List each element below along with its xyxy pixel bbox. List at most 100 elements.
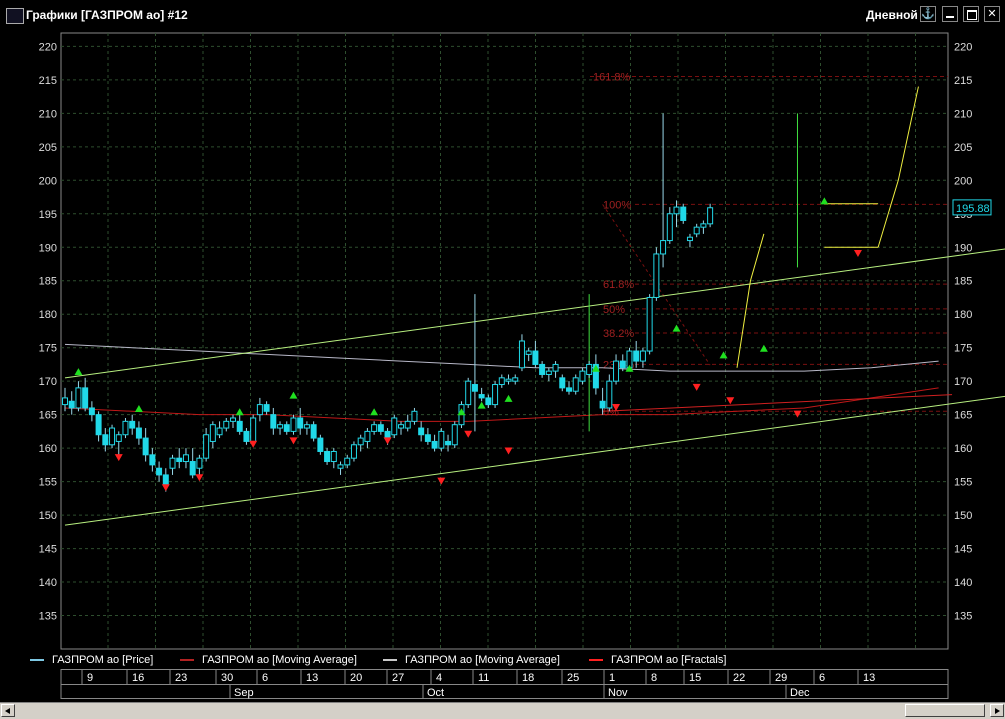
candle-body bbox=[693, 226, 700, 235]
y-tick-label-left: 140 bbox=[39, 577, 57, 589]
minimize-button[interactable] bbox=[942, 6, 958, 22]
title-bar: Графики [ГАЗПРОМ ао] #12 Дневной ⚓ ✕ bbox=[0, 0, 1005, 30]
y-tick-label-right: 185 bbox=[954, 276, 972, 288]
y-tick-label-left: 150 bbox=[39, 510, 57, 522]
candle-body bbox=[639, 350, 646, 362]
candle-body bbox=[525, 350, 532, 355]
fib-level-label: 50% bbox=[603, 304, 625, 316]
horizontal-scrollbar[interactable] bbox=[0, 702, 1005, 719]
candle-body bbox=[398, 424, 404, 429]
period-label[interactable]: Дневной bbox=[866, 8, 918, 22]
legend-item: ГАЗПРОМ ао [Moving Average] bbox=[383, 654, 560, 666]
month-label: Oct bbox=[427, 687, 444, 699]
candle-body bbox=[182, 454, 189, 463]
y-tick-label-left: 190 bbox=[39, 242, 57, 254]
y-tick-label-left: 185 bbox=[39, 276, 57, 288]
y-tick-label-left: 200 bbox=[39, 175, 57, 187]
day-label: 18 bbox=[522, 672, 534, 684]
candle-body bbox=[478, 394, 485, 399]
candle-body bbox=[68, 400, 75, 409]
candle-body bbox=[209, 424, 216, 442]
candle-body bbox=[505, 378, 512, 382]
candle-body bbox=[539, 363, 546, 375]
legend-label: ГАЗПРОМ ао [Price] bbox=[52, 654, 154, 666]
day-label: 22 bbox=[733, 672, 745, 684]
fib-level-label: 61.8% bbox=[603, 279, 634, 291]
plot-area bbox=[60, 32, 949, 650]
y-tick-label-left: 180 bbox=[39, 309, 57, 321]
y-tick-label-left: 165 bbox=[39, 410, 57, 422]
candle-body bbox=[230, 417, 236, 422]
candle-body bbox=[263, 404, 270, 412]
close-button[interactable]: ✕ bbox=[984, 6, 1000, 22]
month-label: Dec bbox=[790, 687, 810, 699]
candle-body bbox=[686, 236, 693, 242]
candle-body bbox=[277, 424, 284, 429]
candle-body bbox=[451, 424, 458, 446]
candle-body bbox=[256, 404, 263, 416]
y-tick-label-right: 190 bbox=[954, 242, 972, 254]
legend-item: ГАЗПРОМ ао [Price] bbox=[30, 654, 153, 666]
day-label: 4 bbox=[436, 672, 442, 684]
day-label: 11 bbox=[478, 672, 489, 684]
day-label: 13 bbox=[306, 672, 318, 684]
y-tick-label-left: 195 bbox=[39, 209, 57, 221]
scrollbar-thumb[interactable] bbox=[905, 704, 985, 717]
day-label: 6 bbox=[262, 672, 268, 684]
candle-body bbox=[203, 434, 210, 459]
candle-body bbox=[445, 440, 452, 446]
price-chart[interactable]: 135 135 140 140 145 145 150 150 155 155 160 160 165 1… bbox=[0, 30, 1005, 651]
candle-body bbox=[216, 427, 223, 436]
candle-body bbox=[169, 457, 176, 469]
candle-body bbox=[586, 363, 593, 375]
candle-body bbox=[142, 437, 149, 456]
candle-body bbox=[95, 414, 102, 436]
candle-body bbox=[700, 223, 707, 228]
legend-item: ГАЗПРОМ ао [Moving Average] bbox=[180, 654, 357, 666]
day-label: 23 bbox=[175, 672, 187, 684]
candle-body bbox=[357, 437, 364, 446]
candle-body bbox=[498, 377, 505, 386]
candle-body bbox=[619, 360, 626, 369]
window-title: Графики [ГАЗПРОМ ао] #12 bbox=[26, 8, 188, 22]
candle-body bbox=[189, 461, 196, 476]
candle-body bbox=[176, 457, 183, 463]
candle-body bbox=[324, 450, 331, 463]
scroll-right-arrow-icon[interactable] bbox=[990, 704, 1004, 717]
y-tick-label-right: 220 bbox=[954, 41, 972, 53]
y-tick-label-right: 170 bbox=[954, 376, 972, 388]
y-tick-label-left: 210 bbox=[39, 108, 57, 120]
candle-body bbox=[465, 380, 472, 406]
y-tick-label-right: 200 bbox=[954, 175, 972, 187]
candle-body bbox=[88, 407, 95, 416]
time-axis-months-row bbox=[60, 684, 949, 699]
candle-body bbox=[75, 387, 82, 409]
y-tick-label-left: 205 bbox=[39, 142, 57, 154]
anchor-icon[interactable]: ⚓ bbox=[920, 6, 936, 22]
scroll-left-arrow-icon[interactable] bbox=[1, 704, 15, 717]
candle-body bbox=[62, 397, 68, 406]
day-label: 8 bbox=[651, 672, 657, 684]
last-price-label: 195.88 bbox=[956, 203, 990, 215]
legend-label: ГАЗПРОМ ао [Fractals] bbox=[611, 654, 727, 666]
y-tick-label-left: 135 bbox=[39, 611, 57, 623]
fib-level-label: 38.2% bbox=[603, 328, 634, 340]
candle-body bbox=[196, 457, 203, 469]
candle-body bbox=[633, 350, 640, 362]
candle-body bbox=[666, 213, 673, 242]
candle-body bbox=[236, 420, 243, 432]
fib-level-label: 161.8% bbox=[593, 72, 631, 84]
candle-body bbox=[391, 417, 398, 436]
candle-body bbox=[290, 417, 297, 432]
candle-body bbox=[579, 370, 586, 382]
candle-body bbox=[149, 454, 156, 466]
fib-level-label: 100% bbox=[603, 199, 631, 211]
candle-body bbox=[492, 384, 499, 406]
month-label: Sep bbox=[234, 687, 254, 699]
maximize-button[interactable] bbox=[963, 6, 979, 22]
candle-body bbox=[646, 296, 653, 352]
candle-body bbox=[566, 387, 572, 392]
y-tick-label-right: 160 bbox=[954, 443, 972, 455]
candle-body bbox=[606, 380, 613, 409]
candle-body bbox=[707, 207, 714, 225]
